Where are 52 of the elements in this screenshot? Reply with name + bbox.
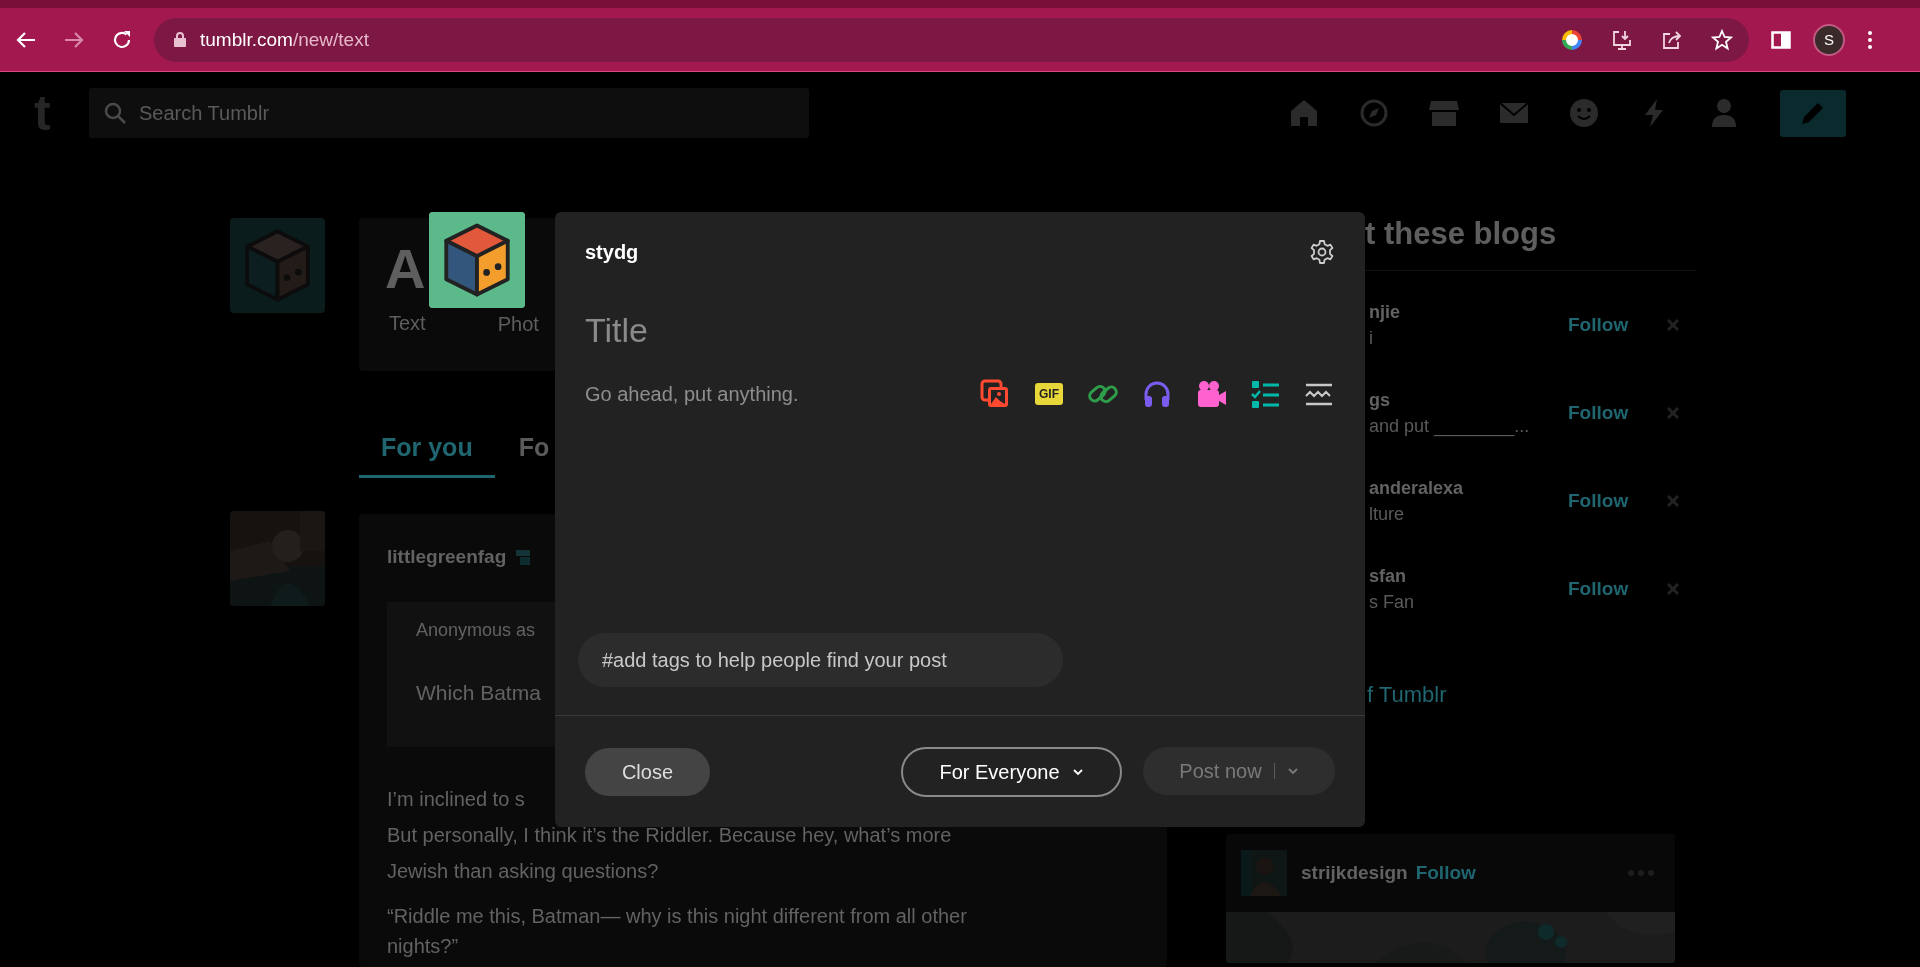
blog-avatar[interactable]	[429, 212, 525, 308]
blog-name[interactable]: gs	[1369, 387, 1568, 413]
post-text: “Riddle me this, Batman— why is this night different from all other	[387, 904, 968, 929]
blog-description: lture	[1369, 503, 1405, 526]
profile-avatar[interactable]: S	[1813, 23, 1845, 56]
post-text: Jewish than asking questions?	[387, 859, 660, 884]
gif-button[interactable]: GIF	[1035, 383, 1063, 405]
search-icon	[103, 101, 127, 125]
feed-tab[interactable]: For you	[359, 420, 495, 478]
post-text: I’m inclined to s	[387, 787, 526, 812]
search-field[interactable]: Search Tumblr	[89, 88, 809, 138]
follow-link[interactable]: Follow	[1568, 578, 1666, 600]
post-text: nights?”	[387, 934, 460, 959]
multicolor-ring-icon[interactable]	[1561, 28, 1583, 51]
blog-name[interactable]: anderalexa	[1369, 475, 1568, 501]
close-button[interactable]: Close	[585, 748, 710, 796]
blog-description: i	[1369, 327, 1374, 350]
sidebar-icon[interactable]	[1771, 29, 1791, 50]
question-text: Which Batma	[416, 681, 542, 705]
audience-dropdown[interactable]: For Everyone	[901, 747, 1122, 797]
caret-icon	[1071, 768, 1084, 776]
blog-description: s Fan	[1369, 591, 1416, 614]
address-bar[interactable]: tumblr.com/new/text	[154, 17, 1749, 62]
blog-name[interactable]: strijkdesign	[1301, 862, 1408, 884]
post-type-label[interactable]: Text	[389, 312, 426, 335]
post-type-label[interactable]: Phot	[497, 312, 539, 336]
blog-name[interactable]: littlegreenfag	[387, 546, 507, 568]
caret-icon	[1286, 767, 1299, 775]
blog-name[interactable]: stydg	[585, 240, 639, 264]
install-icon[interactable]	[1611, 28, 1633, 51]
checklist-icon[interactable]	[1249, 378, 1281, 410]
feed-tab[interactable]: Fo	[496, 420, 572, 478]
post-text: But personally, I think it’s the Riddler. Because hey, what’s more	[387, 823, 953, 848]
star-icon[interactable]	[1711, 28, 1733, 51]
blog-name[interactable]: sfan	[1369, 563, 1568, 589]
share-icon[interactable]	[1661, 28, 1683, 51]
image-icon[interactable]	[979, 378, 1011, 410]
video-camera-icon[interactable]	[1195, 378, 1227, 410]
blog-description: and put ________...	[1369, 415, 1531, 439]
follow-link[interactable]: Follow	[1415, 862, 1476, 884]
follow-link[interactable]: Follow	[1568, 314, 1666, 336]
asker-text: Anonymous as	[416, 619, 537, 642]
blog-name[interactable]: njie	[1369, 299, 1568, 325]
lock-icon	[174, 32, 186, 47]
settings-icon[interactable]	[1309, 239, 1335, 265]
menu-icon[interactable]	[1867, 29, 1873, 50]
follow-link[interactable]: Follow	[1568, 402, 1666, 424]
text-glyph-icon[interactable]: A	[385, 234, 426, 304]
body-field[interactable]: Go ahead, put anything.	[585, 382, 945, 406]
follow-link[interactable]: Follow	[1568, 490, 1666, 512]
title-field[interactable]: Title	[585, 310, 1085, 350]
tags-field[interactable]: #add tags to help people find your post	[578, 633, 1063, 687]
